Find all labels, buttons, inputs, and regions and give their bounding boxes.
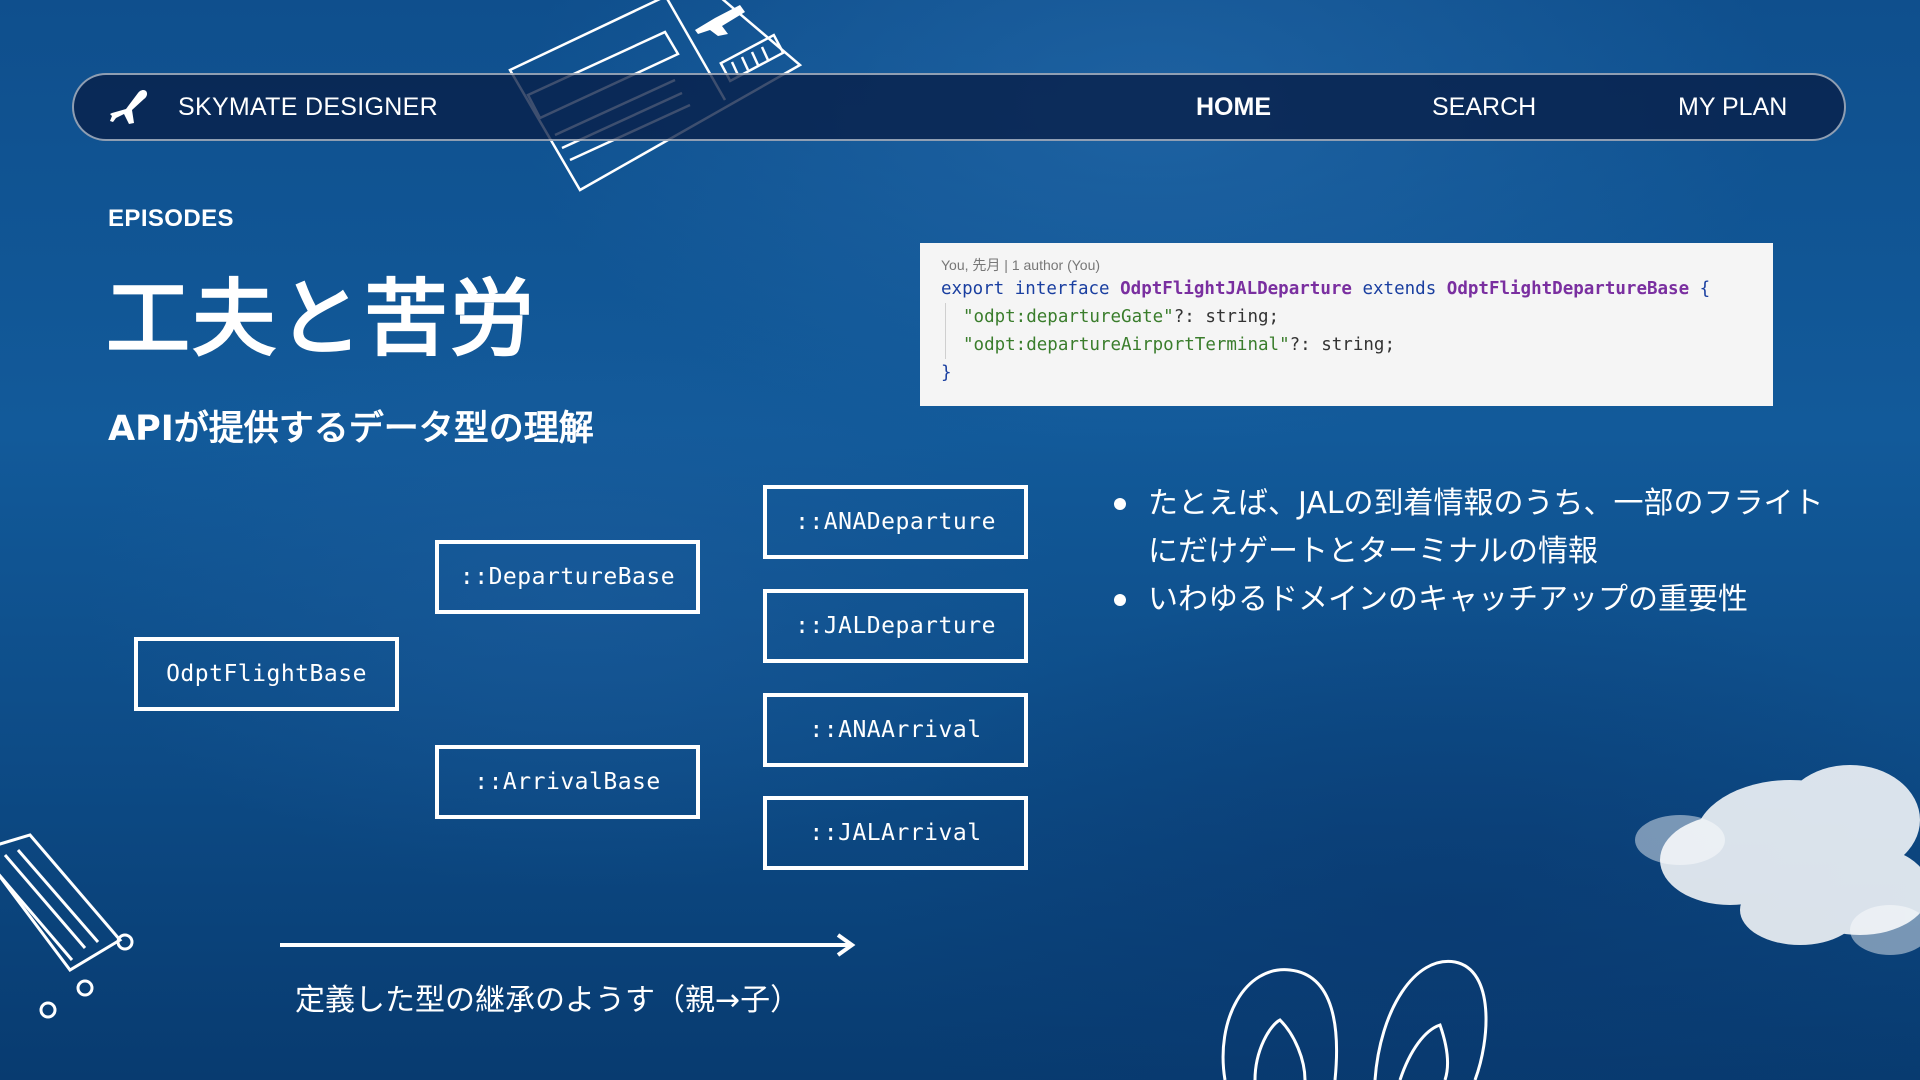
code-text: ?: string; bbox=[1289, 335, 1395, 355]
code-keyword: export bbox=[941, 279, 1005, 299]
bullet-item: たとえば、JALの到着情報のうち、一部のフライトにだけゲートとターミナルの情報 bbox=[1108, 480, 1828, 576]
type-box-ana-departure: ::ANADeparture bbox=[763, 485, 1028, 559]
page-subtitle: APIが提供するデータ型の理解 bbox=[108, 409, 594, 449]
code-brace: { bbox=[1699, 279, 1711, 299]
type-box-jal-arrival: ::JALArrival bbox=[763, 796, 1028, 870]
page-title: 工夫と苦労 bbox=[106, 270, 537, 368]
bullet-item: いわゆるドメインのキャッチアップの重要性 bbox=[1108, 576, 1828, 624]
code-keyword: extends bbox=[1362, 279, 1437, 299]
code-blame-info: You, 先月 | 1 author (You) bbox=[941, 257, 1101, 273]
code-text: ?: string; bbox=[1173, 307, 1280, 327]
code-line-1: export interface OdptFlightJALDeparture … bbox=[941, 275, 1752, 303]
type-box-departure-base: ::DepartureBase bbox=[435, 540, 700, 614]
airplane-icon bbox=[110, 89, 148, 124]
top-navbar: SKYMATE DESIGNER HOME SEARCH MY PLAN bbox=[72, 73, 1846, 141]
type-box-ana-arrival: ::ANAArrival bbox=[763, 693, 1028, 767]
code-string: "odpt:departureGate" bbox=[963, 307, 1174, 327]
nav-search-link[interactable]: SEARCH bbox=[1432, 93, 1536, 122]
code-line-2: "odpt:departureGate"?: string; bbox=[945, 303, 1752, 331]
code-keyword: interface bbox=[1014, 279, 1110, 299]
code-string: "odpt:departureAirportTerminal" bbox=[963, 335, 1290, 355]
bullet-list: たとえば、JALの到着情報のうち、一部のフライトにだけゲートとターミナルの情報 … bbox=[1108, 480, 1828, 624]
cloud-icon bbox=[1635, 765, 1920, 955]
type-box-odpt-flight-base: OdptFlightBase bbox=[134, 637, 399, 711]
diagram-caption: 定義した型の継承のようす（親→子） bbox=[295, 983, 801, 1018]
brand-name[interactable]: SKYMATE DESIGNER bbox=[178, 93, 438, 122]
code-line-3: "odpt:departureAirportTerminal"?: string… bbox=[945, 331, 1752, 359]
sandals-icon bbox=[1221, 959, 1488, 1080]
inheritance-arrow-icon bbox=[280, 933, 856, 957]
code-snippet: You, 先月 | 1 author (You) export interfac… bbox=[920, 243, 1773, 406]
code-line-4: } bbox=[941, 359, 1752, 387]
nav-home-link[interactable]: HOME bbox=[1196, 93, 1271, 122]
nav-my-plan-link[interactable]: MY PLAN bbox=[1678, 93, 1787, 122]
type-box-jal-departure: ::JALDeparture bbox=[763, 589, 1028, 663]
suitcase-icon bbox=[0, 833, 134, 1019]
code-type-name: OdptFlightDepartureBase bbox=[1446, 279, 1690, 299]
type-box-arrival-base: ::ArrivalBase bbox=[435, 745, 700, 819]
section-eyebrow: EPISODES bbox=[108, 205, 234, 232]
code-brace: } bbox=[941, 363, 952, 383]
code-type-name: OdptFlightJALDeparture bbox=[1120, 279, 1352, 299]
